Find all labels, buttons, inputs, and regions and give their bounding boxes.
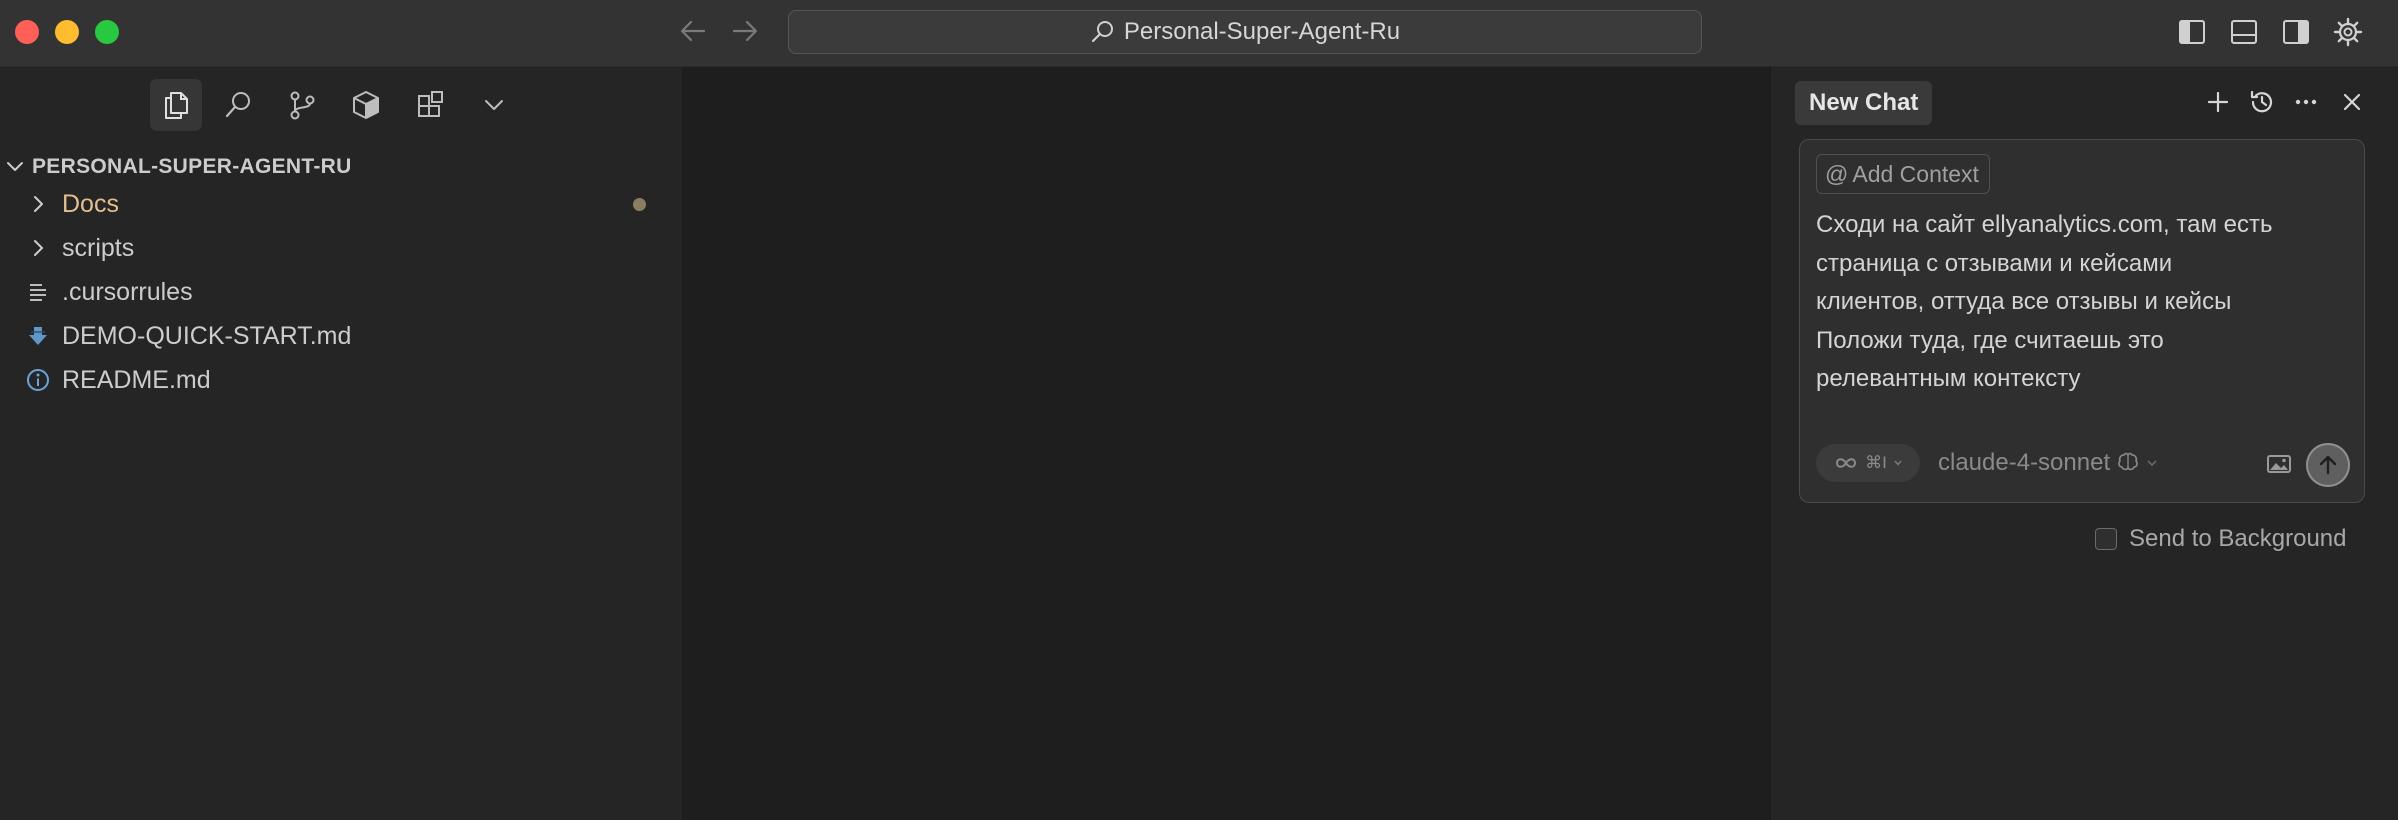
chevron-down-icon [7,162,23,171]
model-label: claude-4-sonnet [1938,449,2111,476]
download-arrow-icon [26,324,50,348]
chevron-right-icon [26,236,50,260]
search-tab[interactable] [212,79,264,131]
image-upload-icon[interactable] [2264,449,2294,479]
tree-item-label: Docs [62,189,119,218]
chat-panel: New Chat @ Add Context Сходи на сайт ell… [1770,67,2398,820]
title-bar: Personal-Super-Agent-Ru [0,0,2398,67]
tree-item-cursorrules[interactable]: .cursorrules [0,271,682,313]
brain-icon [2118,452,2138,471]
extensions-tab[interactable] [340,79,392,131]
prompt-line: релевантным контексту [1816,365,2081,392]
send-to-background-checkbox[interactable] [2095,528,2117,550]
forward-arrow-icon[interactable] [728,14,762,48]
send-to-background-option[interactable]: Send to Background [2095,525,2347,553]
lines-icon [26,280,50,304]
source-control-icon [290,91,315,120]
at-sign-icon: @ [1825,160,1849,187]
tree-item-label: DEMO-QUICK-START.md [62,321,352,350]
search-icon [1091,21,1113,43]
chevron-right-icon [26,192,50,216]
panel-right-icon[interactable] [2280,16,2312,48]
extensions-grid-tab[interactable] [404,79,456,131]
panel-left-icon[interactable] [2176,16,2208,48]
tree-item-label: scripts [62,233,135,262]
gear-icon[interactable] [2332,16,2364,48]
mode-shortcut: ⌘I [1865,453,1887,472]
modified-indicator [633,197,646,211]
prompt-line: страница с отзывами и кейсами [1816,249,2173,277]
chevron-down-icon [1894,460,1902,466]
command-center-search[interactable]: Personal-Super-Agent-Ru [788,10,1702,54]
editor-area [682,67,1770,820]
back-arrow-icon[interactable] [676,14,710,48]
tree-item-label: README.md [62,365,211,394]
agent-mode-selector[interactable]: ⌘I [1816,444,1920,482]
more-icon[interactable] [2291,87,2321,117]
tree-item-scripts[interactable]: scripts [0,227,682,269]
plus-icon[interactable] [2203,87,2233,117]
prompt-line: клиентов, оттуда все отзывы и кейсы [1816,288,2232,315]
tree-item-demo-quick-start[interactable]: DEMO-QUICK-START.md [0,315,682,357]
window-maximize-button[interactable] [95,20,119,44]
explorer-sidebar: PERSONAL-SUPER-AGENT-RU Docs scripts .cu… [0,67,682,820]
close-icon[interactable] [2337,87,2367,117]
workspace-root[interactable]: PERSONAL-SUPER-AGENT-RU [0,147,682,187]
extensions-icon [353,91,379,119]
infinity-icon [1836,458,1857,468]
chat-composer[interactable]: @ Add Context Сходи на сайт ellyanalytic… [1799,139,2365,503]
search-icon [225,92,250,118]
window-minimize-button[interactable] [55,20,79,44]
source-control-tab[interactable] [276,79,328,131]
prompt-line: Сходи на сайт ellyanalytics.com, там ест… [1816,211,2273,238]
window-close-button[interactable] [15,20,39,44]
window-title: Personal-Super-Agent-Ru [1123,18,1401,45]
workspace-root-label: PERSONAL-SUPER-AGENT-RU [32,155,352,178]
panel-bottom-icon[interactable] [2228,16,2260,48]
chat-tab-new-chat[interactable]: New Chat [1795,81,1933,125]
more-views-dropdown[interactable] [468,79,520,131]
prompt-line: Положи туда, где считаешь это [1816,326,2164,354]
model-selector[interactable]: claude-4-sonnet [1938,444,2158,482]
send-button[interactable] [2306,443,2350,487]
info-icon [26,368,50,392]
tree-item-readme[interactable]: README.md [0,359,682,401]
send-to-background-label: Send to Background [2129,525,2347,552]
arrow-up-icon [2319,455,2337,475]
files-icon [165,92,188,119]
add-context-label: Add Context [1852,160,1979,187]
prompt-text[interactable]: Сходи на сайт ellyanalytics.com, там ест… [1816,206,2346,399]
tree-item-docs[interactable]: Docs [0,183,682,225]
add-context-button[interactable]: @ Add Context [1816,154,1990,194]
history-icon[interactable] [2247,87,2277,117]
chevron-down-icon [485,100,503,110]
tree-item-label: .cursorrules [62,277,193,306]
explorer-tab[interactable] [150,79,202,131]
chat-tab-label: New Chat [1809,89,1919,116]
chevron-down-icon [2147,460,2157,467]
extensions-grid-icon [418,91,443,117]
